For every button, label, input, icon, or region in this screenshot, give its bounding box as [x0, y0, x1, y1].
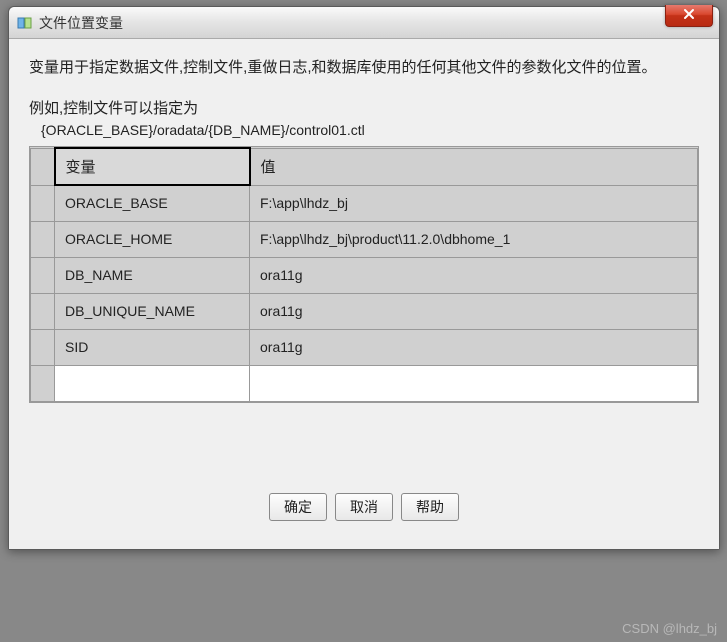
cell-val[interactable]: F:\app\lhdz_bj\product\11.2.0\dbhome_1: [250, 221, 698, 257]
row-header[interactable]: [31, 293, 55, 329]
cell-var[interactable]: SID: [55, 329, 250, 365]
table-row[interactable]: SID ora11g: [31, 329, 698, 365]
row-header[interactable]: [31, 185, 55, 221]
cell-var[interactable]: ORACLE_BASE: [55, 185, 250, 221]
row-header[interactable]: [31, 365, 55, 401]
cell-var[interactable]: DB_NAME: [55, 257, 250, 293]
variables-table: 变量 值 ORACLE_BASE F:\app\lhdz_bj ORACLE_H…: [29, 146, 699, 403]
cell-var-empty[interactable]: [55, 365, 250, 401]
table-row[interactable]: DB_UNIQUE_NAME ora11g: [31, 293, 698, 329]
col-header-variable[interactable]: 变量: [55, 148, 250, 185]
description-text-2: 例如,控制文件可以指定为: [29, 98, 699, 121]
row-header[interactable]: [31, 257, 55, 293]
close-button[interactable]: [665, 5, 713, 27]
row-header[interactable]: [31, 221, 55, 257]
row-header[interactable]: [31, 329, 55, 365]
close-icon: [683, 8, 695, 23]
cell-val[interactable]: ora11g: [250, 257, 698, 293]
table-row[interactable]: DB_NAME ora11g: [31, 257, 698, 293]
description-text-1: 变量用于指定数据文件,控制文件,重做日志,和数据库使用的任何其他文件的参数化文件…: [29, 57, 699, 80]
table-row[interactable]: ORACLE_BASE F:\app\lhdz_bj: [31, 185, 698, 221]
cell-var[interactable]: ORACLE_HOME: [55, 221, 250, 257]
example-path: {ORACLE_BASE}/oradata/{DB_NAME}/control0…: [41, 122, 699, 138]
cancel-button[interactable]: 取消: [335, 493, 393, 521]
app-icon: [17, 15, 33, 31]
table-row-empty[interactable]: [31, 365, 698, 401]
watermark: CSDN @lhdz_bj: [622, 621, 717, 636]
table-row[interactable]: ORACLE_HOME F:\app\lhdz_bj\product\11.2.…: [31, 221, 698, 257]
dialog-content: 变量用于指定数据文件,控制文件,重做日志,和数据库使用的任何其他文件的参数化文件…: [9, 39, 719, 549]
cell-val[interactable]: F:\app\lhdz_bj: [250, 185, 698, 221]
window-title: 文件位置变量: [39, 13, 123, 33]
dialog-window: 文件位置变量 变量用于指定数据文件,控制文件,重做日志,和数据库使用的任何其他文…: [8, 6, 720, 550]
table-header-row: 变量 值: [31, 148, 698, 185]
cell-val[interactable]: ora11g: [250, 329, 698, 365]
header-corner: [31, 148, 55, 185]
titlebar[interactable]: 文件位置变量: [9, 7, 719, 39]
cell-var[interactable]: DB_UNIQUE_NAME: [55, 293, 250, 329]
button-row: 确定 取消 帮助: [29, 493, 699, 535]
col-header-value[interactable]: 值: [250, 148, 698, 185]
ok-button[interactable]: 确定: [269, 493, 327, 521]
cell-val[interactable]: ora11g: [250, 293, 698, 329]
help-button[interactable]: 帮助: [401, 493, 459, 521]
cell-val-empty[interactable]: [250, 365, 698, 401]
